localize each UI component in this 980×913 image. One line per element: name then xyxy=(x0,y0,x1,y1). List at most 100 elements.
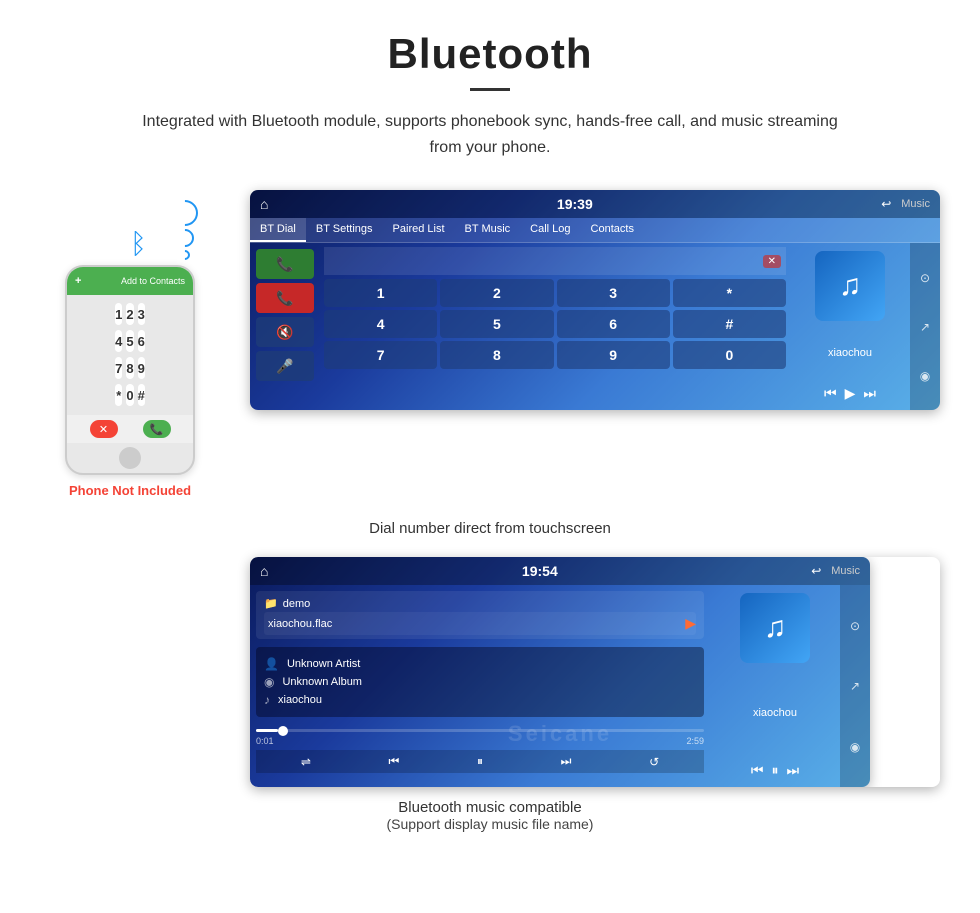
music-album-art-2: ♫ xyxy=(740,593,810,663)
dial-display: ✕ xyxy=(324,247,786,275)
progress-knob[interactable] xyxy=(278,726,288,736)
numpad: 1 2 3 * 4 5 6 # 7 8 9 0 xyxy=(324,279,786,369)
music-sidebar-icon-1[interactable]: ⊙ xyxy=(850,619,860,633)
music-home-icon[interactable]: ⌂ xyxy=(260,563,268,579)
key-5[interactable]: 5 xyxy=(126,330,133,352)
top-row: ᛒ + Add to Contacts 1 2 3 4 5 6 7 8 9 xyxy=(40,190,940,498)
song-name: xiaochou xyxy=(278,694,322,706)
key-8[interactable]: 8 xyxy=(126,357,133,379)
num-7[interactable]: 7 xyxy=(324,341,437,369)
num-2[interactable]: 2 xyxy=(440,279,553,307)
music-label: Music xyxy=(901,198,930,210)
prev-button[interactable]: ⏮ xyxy=(824,385,837,402)
num-5[interactable]: 5 xyxy=(440,310,553,338)
add-contact-label: Add to Contacts xyxy=(121,276,185,286)
page-header: Bluetooth Integrated with Bluetooth modu… xyxy=(0,0,980,170)
signal-wave-medium xyxy=(172,225,197,250)
phone-bottom-bar: ✕ 📞 xyxy=(67,415,193,443)
prev-btn-2[interactable]: ⏮ xyxy=(751,762,764,779)
dial-caption: Dial number direct from touchscreen xyxy=(369,520,611,537)
play-ctrl[interactable]: ⏸ xyxy=(477,754,483,769)
home-icon[interactable]: ⌂ xyxy=(260,196,268,212)
phone-keypad: 1 2 3 4 5 6 7 8 9 * 0 # xyxy=(107,295,153,415)
next-button[interactable]: ⏭ xyxy=(863,385,876,402)
dial-left-buttons: 📞 📞 🔇 🎤 xyxy=(250,243,320,410)
key-4[interactable]: 4 xyxy=(115,330,122,352)
back-icon[interactable]: ↩ xyxy=(881,197,891,211)
key-hash[interactable]: # xyxy=(138,384,145,406)
play-button[interactable]: ▶ xyxy=(845,385,856,402)
tab-bt-music[interactable]: BT Music xyxy=(455,218,521,242)
user-icon: 👤 xyxy=(264,657,279,671)
next-btn-2[interactable]: ⏭ xyxy=(787,762,800,779)
dial-right-music: ♫ xiaochou ⏮ ▶ ⏭ xyxy=(790,243,910,410)
bottom-spacer xyxy=(40,557,250,787)
screen-header: ⌂ 19:39 ↩ Music xyxy=(250,190,940,218)
phone-mockup: + Add to Contacts 1 2 3 4 5 6 7 8 9 * 0 … xyxy=(65,265,195,475)
music-caption-line2: (Support display music file name) xyxy=(387,816,594,832)
music-caption-line1: Bluetooth music compatible xyxy=(387,799,594,816)
num-0[interactable]: 0 xyxy=(673,341,786,369)
num-4[interactable]: 4 xyxy=(324,310,437,338)
signal-wave-large xyxy=(167,195,204,232)
music-back-icon[interactable]: ↩ xyxy=(811,564,821,578)
repeat-icon[interactable]: ↺ xyxy=(649,755,659,769)
bluetooth-icon: ᛒ xyxy=(130,228,147,260)
backspace-button[interactable]: ✕ xyxy=(763,255,781,268)
mute-button[interactable]: 🔇 xyxy=(256,317,314,347)
music-right: ♫ xiaochou ⏮ ⏸ ⏭ xyxy=(710,585,840,787)
dial-screen: ⌂ 19:39 ↩ Music BT Dial BT Settings Pair… xyxy=(250,190,940,410)
tab-call-log[interactable]: Call Log xyxy=(520,218,580,242)
num-8[interactable]: 8 xyxy=(440,341,553,369)
key-9[interactable]: 9 xyxy=(138,357,145,379)
num-6[interactable]: 6 xyxy=(557,310,670,338)
watermark: Seicane xyxy=(508,721,612,747)
music-sidebar-icon-2[interactable]: ↗ xyxy=(850,679,860,693)
progress-bar[interactable] xyxy=(256,729,704,732)
file-row[interactable]: xiaochou.flac ▶ xyxy=(264,612,696,635)
key-0[interactable]: 0 xyxy=(126,384,133,406)
end-call-button-screen[interactable]: 📞 xyxy=(256,283,314,313)
music-right-sidebar: ⊙ ↗ ◉ xyxy=(840,585,870,787)
music-sidebar-icon-3[interactable]: ◉ xyxy=(850,740,860,754)
title-divider xyxy=(470,88,510,91)
pause-btn-2[interactable]: ⏸ xyxy=(772,762,779,779)
sidebar-icon-2[interactable]: ↗ xyxy=(920,320,930,334)
num-9[interactable]: 9 xyxy=(557,341,670,369)
phone-top-bar: + Add to Contacts xyxy=(67,267,193,295)
signal-wave-small xyxy=(178,248,192,262)
music-controls: ⏮ ▶ ⏭ xyxy=(824,385,876,402)
call-button[interactable]: 📞 xyxy=(143,420,171,438)
artist-name: Unknown Artist xyxy=(287,658,360,670)
key-star[interactable]: * xyxy=(115,384,122,406)
album-icon: ◉ xyxy=(264,675,274,689)
sidebar-icon-3[interactable]: ◉ xyxy=(920,369,930,383)
phone-section: ᛒ + Add to Contacts 1 2 3 4 5 6 7 8 9 xyxy=(40,190,220,498)
sidebar-icon-1[interactable]: ⊙ xyxy=(920,271,930,285)
tab-contacts[interactable]: Contacts xyxy=(581,218,644,242)
num-hash[interactable]: # xyxy=(673,310,786,338)
end-call-button[interactable]: ✕ xyxy=(90,420,118,438)
next-ctrl[interactable]: ⏭ xyxy=(561,754,572,769)
answer-call-button[interactable]: 📞 xyxy=(256,249,314,279)
tab-bt-dial[interactable]: BT Dial xyxy=(250,218,306,242)
music-info-panel: 👤 Unknown Artist ◉ Unknown Album ♪ xiaoc… xyxy=(256,647,704,717)
num-star[interactable]: * xyxy=(673,279,786,307)
music-screen-label: Music xyxy=(831,565,860,577)
key-3[interactable]: 3 xyxy=(138,303,145,325)
mic-button[interactable]: 🎤 xyxy=(256,351,314,381)
file-browser: 📁 demo xiaochou.flac ▶ xyxy=(256,591,704,639)
num-3[interactable]: 3 xyxy=(557,279,670,307)
tab-bt-settings[interactable]: BT Settings xyxy=(306,218,383,242)
num-1[interactable]: 1 xyxy=(324,279,437,307)
key-7[interactable]: 7 xyxy=(115,357,122,379)
key-6[interactable]: 6 xyxy=(138,330,145,352)
phone-home-button[interactable] xyxy=(119,447,141,469)
phone-not-included-label: Phone Not Included xyxy=(69,483,191,498)
music-screen: ⌂ 19:54 ↩ Music xyxy=(250,557,870,787)
shuffle-icon[interactable]: ⇌ xyxy=(301,755,311,769)
tab-paired-list[interactable]: Paired List xyxy=(383,218,455,242)
key-2[interactable]: 2 xyxy=(126,303,133,325)
key-1[interactable]: 1 xyxy=(115,303,122,325)
prev-ctrl[interactable]: ⏮ xyxy=(389,754,400,769)
